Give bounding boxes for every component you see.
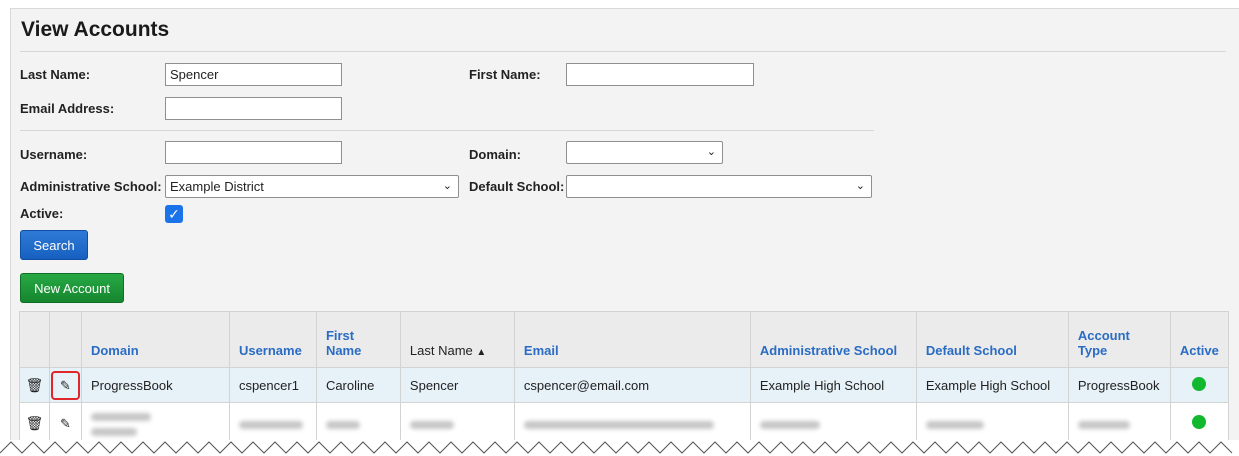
cell-email-redacted — [513, 402, 751, 445]
cell-admin-school-redacted — [749, 402, 917, 445]
delete-column-header — [19, 311, 50, 368]
cell-default-school: Example High School — [915, 367, 1069, 403]
last-name-input[interactable]: Spencer — [165, 63, 342, 86]
cell-last-name: Spencer — [399, 367, 515, 403]
edit-cell[interactable]: ✎ — [48, 367, 82, 403]
title-divider — [20, 51, 1226, 52]
header-account-type-line1: Account — [1077, 328, 1130, 343]
active-checkbox[interactable]: ✓ — [165, 205, 183, 223]
first-name-input[interactable] — [566, 63, 754, 86]
admin-school-label: Administrative School: — [20, 179, 162, 194]
admin-school-select-value: Example District — [170, 179, 264, 194]
header-active[interactable]: Active — [1169, 311, 1230, 368]
header-first-name[interactable]: First Name — [315, 311, 401, 368]
username-input[interactable] — [165, 141, 342, 164]
header-username[interactable]: Username — [228, 311, 317, 368]
trash-icon[interactable]: 🗑 — [26, 377, 44, 393]
cell-username-redacted — [228, 402, 317, 445]
email-input[interactable] — [165, 97, 342, 120]
table-row: 🗑 ✎ ProgressBook cspencer1 Caroline Spen… — [19, 367, 1230, 403]
domain-select[interactable]: ⌄ — [566, 141, 723, 164]
pencil-icon[interactable]: ✎ — [50, 370, 80, 400]
cell-email: cspencer@email.com — [513, 367, 751, 403]
active-status-icon — [1192, 415, 1207, 429]
redacted-text — [759, 420, 820, 429]
cell-first-name: Caroline — [315, 367, 401, 403]
torn-edge — [0, 440, 1239, 456]
username-label: Username: — [20, 147, 88, 162]
cell-account-type: ProgressBook — [1067, 367, 1171, 403]
accounts-table: Domain Username First Name Last Name ▲ E… — [19, 311, 1230, 445]
cell-username: cspencer1 — [228, 367, 317, 403]
cell-domain: ProgressBook — [80, 367, 230, 403]
cell-active — [1169, 402, 1230, 445]
header-last-name-label: Last Name — [409, 343, 473, 358]
header-default-school[interactable]: Default School — [915, 311, 1069, 368]
cell-first-name-redacted — [315, 402, 401, 445]
redacted-text — [90, 428, 137, 437]
edit-cell[interactable]: ✎ — [48, 402, 82, 445]
redacted-text — [523, 420, 714, 429]
header-account-type-line2: Type — [1077, 343, 1108, 358]
active-status-icon — [1192, 376, 1207, 391]
sort-ascending-icon: ▲ — [476, 347, 487, 358]
chevron-down-icon: ⌄ — [442, 180, 452, 192]
cell-admin-school: Example High School — [749, 367, 917, 403]
edit-column-header — [48, 311, 82, 368]
filter-divider — [20, 130, 874, 131]
table-row: 🗑 ✎ — [19, 402, 1230, 445]
header-account-type[interactable]: Account Type — [1067, 311, 1171, 368]
redacted-text — [325, 420, 360, 429]
page-title: View Accounts — [21, 18, 170, 41]
header-domain[interactable]: Domain — [80, 311, 230, 368]
redacted-text — [1077, 420, 1130, 429]
pencil-icon[interactable]: ✎ — [60, 416, 71, 431]
cell-active — [1169, 367, 1230, 403]
header-admin-school[interactable]: Administrative School — [749, 311, 917, 368]
redacted-text — [238, 420, 303, 429]
delete-cell[interactable]: 🗑 — [19, 402, 50, 445]
checkmark-icon: ✓ — [168, 206, 180, 222]
trash-icon[interactable]: 🗑 — [26, 415, 44, 431]
default-school-select[interactable]: ⌄ — [566, 175, 872, 198]
default-school-label: Default School: — [469, 179, 565, 194]
cell-last-name-redacted — [399, 402, 515, 445]
chevron-down-icon: ⌄ — [706, 146, 716, 158]
search-button[interactable]: Search — [20, 230, 88, 260]
cell-account-type-redacted — [1067, 402, 1171, 445]
cell-default-school-redacted — [915, 402, 1069, 445]
redacted-text — [90, 413, 151, 422]
header-last-name[interactable]: Last Name ▲ — [399, 311, 515, 368]
header-email[interactable]: Email — [513, 311, 751, 368]
email-label: Email Address: — [20, 101, 115, 116]
domain-label: Domain: — [469, 147, 521, 162]
delete-cell[interactable]: 🗑 — [19, 367, 50, 403]
first-name-label: First Name: — [469, 67, 541, 82]
table-header-row: Domain Username First Name Last Name ▲ E… — [19, 311, 1230, 368]
admin-school-select[interactable]: Example District ⌄ — [165, 175, 459, 198]
new-account-button[interactable]: New Account — [20, 273, 124, 303]
redacted-text — [409, 420, 454, 429]
redacted-text — [925, 420, 984, 429]
active-label: Active: — [20, 206, 64, 221]
chevron-down-icon: ⌄ — [855, 180, 865, 192]
cell-domain-redacted — [80, 402, 230, 445]
last-name-label: Last Name: — [20, 67, 91, 82]
